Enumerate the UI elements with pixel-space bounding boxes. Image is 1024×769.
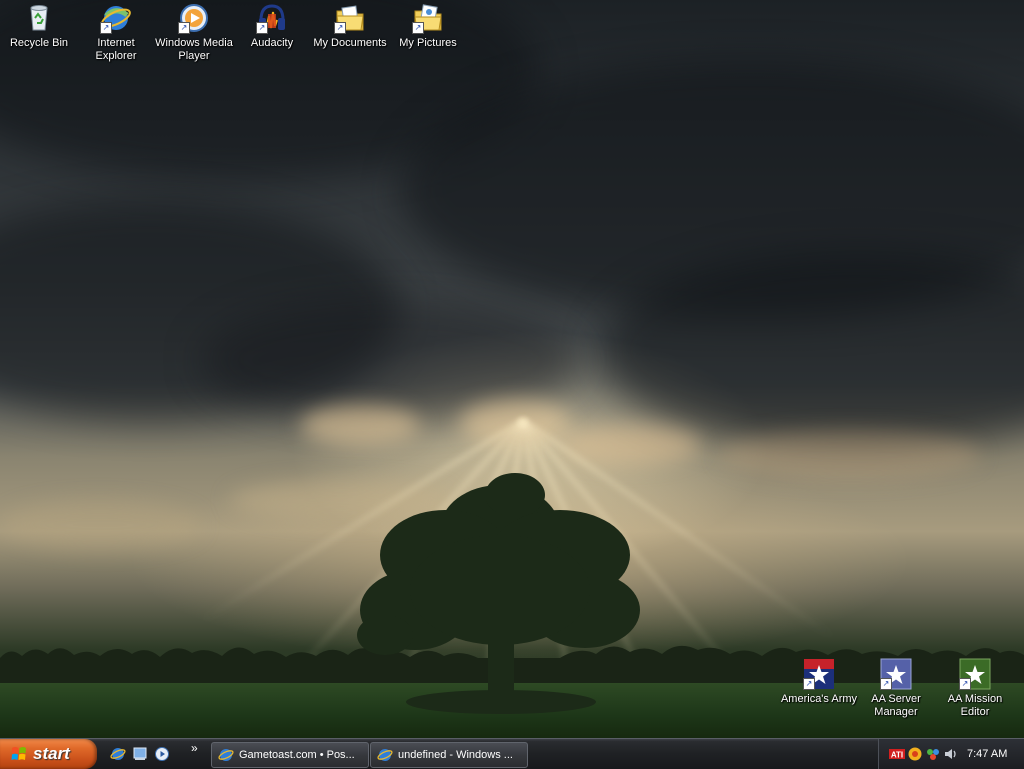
desktop-icon-label: AA Server Manager	[871, 693, 921, 718]
quick-launch-more-button[interactable]: »	[191, 741, 198, 755]
windows-logo-icon	[11, 747, 26, 760]
start-label: start	[33, 744, 70, 763]
shortcut-arrow-icon: ↗	[256, 22, 268, 34]
desktop-wallpaper: Recycle Bin ↗ Internet Explorer ↗ Window…	[0, 0, 1024, 738]
desktop-icon-label: Audacity	[250, 37, 294, 49]
shortcut-arrow-icon: ↗	[959, 678, 971, 690]
audacity-shortcut[interactable]: ↗ Audacity	[233, 2, 311, 50]
windows-media-player-icon: ↗	[178, 2, 210, 34]
aa-mission-editor-icon: ↗	[959, 658, 991, 690]
shortcut-arrow-icon: ↗	[803, 678, 815, 690]
americas-army-shortcut[interactable]: ↗ America's Army	[780, 658, 858, 706]
desktop-icon-label: America's Army	[780, 693, 858, 705]
audacity-icon: ↗	[256, 2, 288, 34]
shortcut-arrow-icon: ↗	[178, 22, 190, 34]
desktop-icon-label: My Pictures	[399, 37, 457, 49]
internet-explorer-icon: ↗	[100, 2, 132, 34]
task-label: Gametoast.com • Pos...	[239, 749, 355, 761]
oak-tree	[357, 473, 640, 714]
desktop-icon-label: My Documents	[313, 37, 387, 49]
taskbar-button-gametoast[interactable]: Gametoast.com • Pos...	[211, 742, 369, 768]
show-desktop-icon[interactable]	[132, 746, 148, 762]
task-label: undefined - Windows ...	[398, 749, 513, 761]
my-documents-shortcut[interactable]: ↗ My Documents	[311, 2, 389, 50]
ati-icon[interactable]: ATI	[889, 746, 905, 762]
windows-media-player-shortcut[interactable]: ↗ Windows Media Player	[155, 2, 233, 63]
aa-server-manager-shortcut[interactable]: ↗ AA Server Manager	[857, 658, 935, 719]
internet-explorer-icon[interactable]	[110, 746, 126, 762]
desktop-icon-label: Recycle Bin	[9, 37, 69, 49]
internet-explorer-icon	[377, 749, 393, 761]
my-documents-icon: ↗	[334, 2, 366, 34]
start-button[interactable]: start	[0, 739, 97, 769]
shortcut-arrow-icon: ↗	[100, 22, 112, 34]
network-icon[interactable]	[925, 746, 941, 762]
ati-label: ATI	[891, 751, 903, 760]
taskbar: start » Gametoast.com • Pos... undefined…	[0, 738, 1024, 769]
desktop-icon-label: AA Mission Editor	[947, 693, 1003, 718]
my-pictures-icon: ↗	[412, 2, 444, 34]
messenger-icon[interactable]	[907, 746, 923, 762]
desktop-icon-label: Internet Explorer	[95, 37, 137, 62]
volume-icon[interactable]	[943, 746, 959, 762]
recycle-bin-shortcut[interactable]: Recycle Bin	[0, 2, 78, 50]
recycle-bin-icon	[23, 2, 55, 34]
aa-server-manager-icon: ↗	[880, 658, 912, 690]
taskbar-button-undefined[interactable]: undefined - Windows ...	[370, 742, 528, 768]
clock[interactable]: 7:47 AM	[967, 739, 1007, 769]
shortcut-arrow-icon: ↗	[880, 678, 892, 690]
americas-army-icon: ↗	[803, 658, 835, 690]
shortcut-arrow-icon: ↗	[412, 22, 424, 34]
internet-explorer-icon	[218, 749, 234, 761]
internet-explorer-shortcut[interactable]: ↗ Internet Explorer	[77, 2, 155, 63]
shortcut-arrow-icon: ↗	[334, 22, 346, 34]
my-pictures-shortcut[interactable]: ↗ My Pictures	[389, 2, 467, 50]
windows-media-player-icon[interactable]	[154, 746, 170, 762]
desktop-icon-label: Windows Media Player	[155, 37, 233, 62]
aa-mission-editor-shortcut[interactable]: ↗ AA Mission Editor	[936, 658, 1014, 719]
